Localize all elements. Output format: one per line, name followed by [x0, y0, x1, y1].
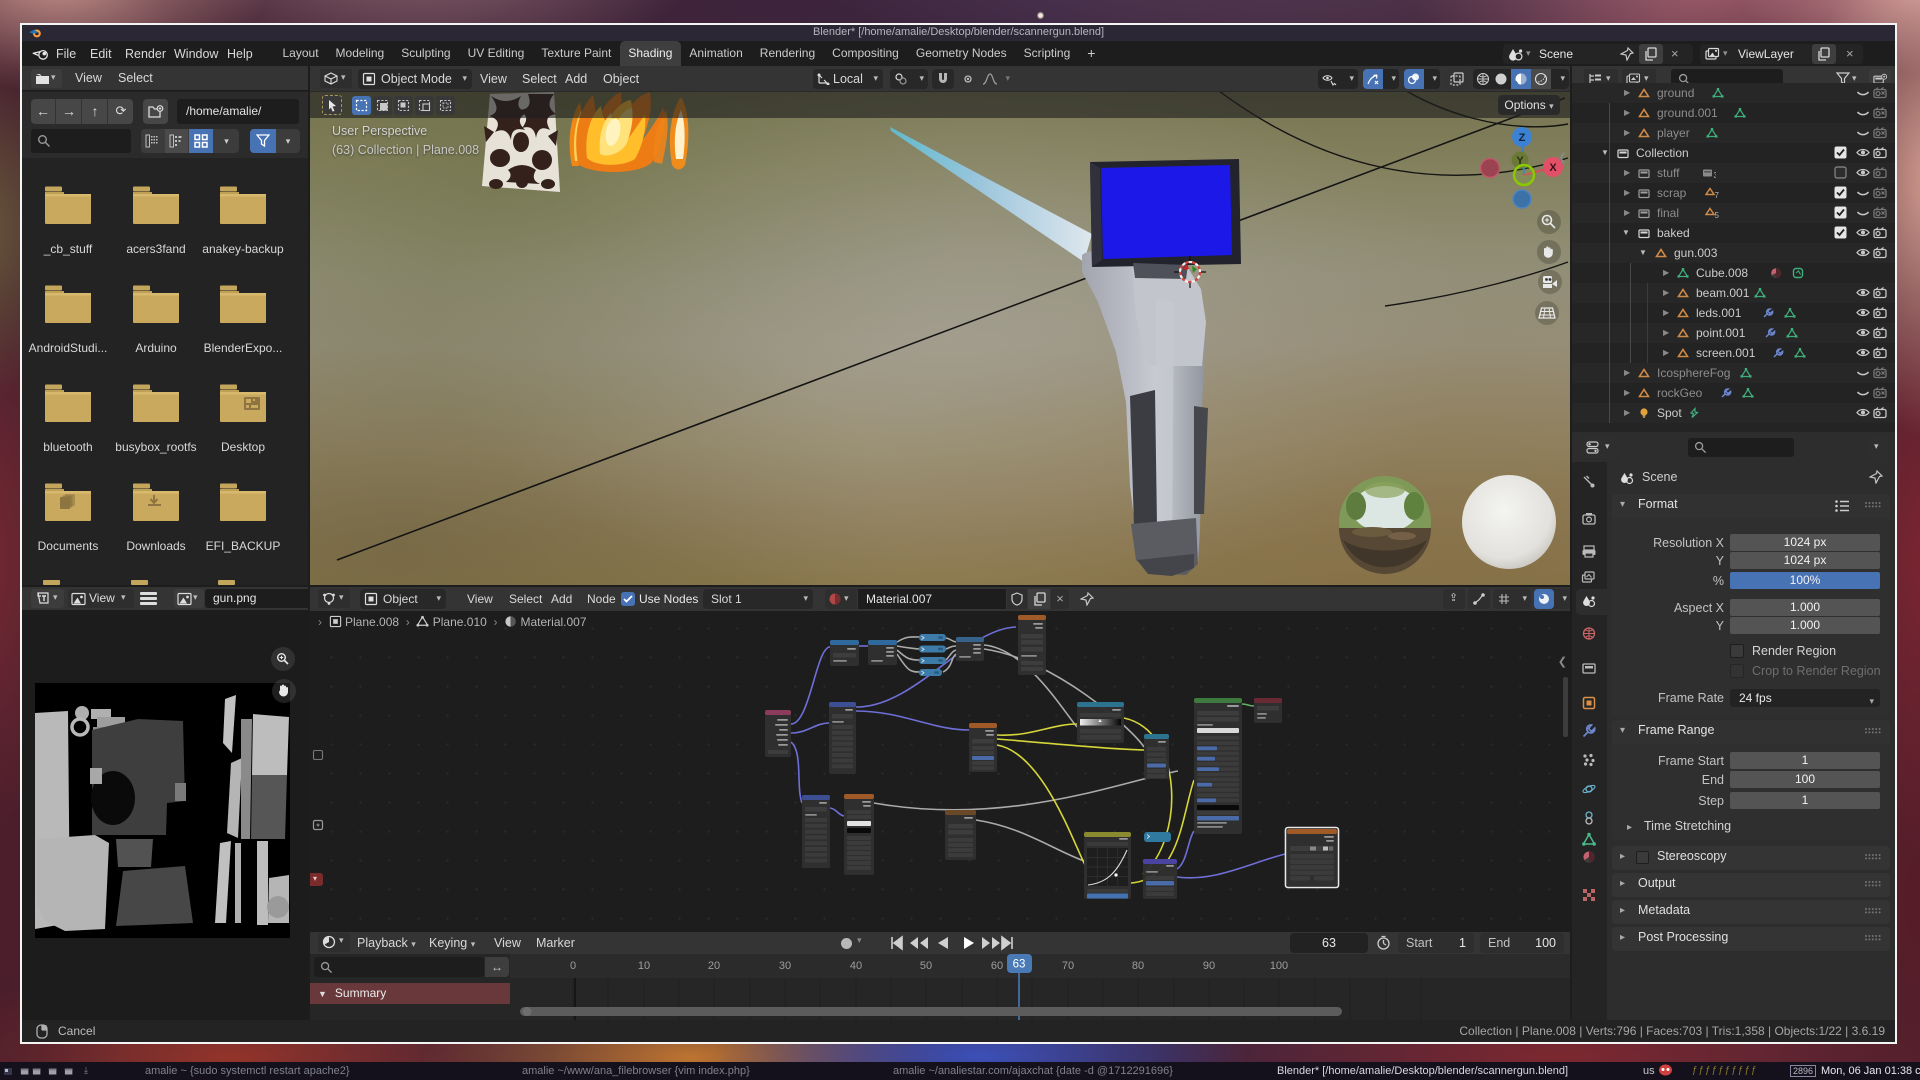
svg-text:80: 80: [1132, 960, 1144, 972]
svg-text:20: 20: [708, 960, 720, 972]
svg-text:60: 60: [991, 960, 1003, 972]
svg-text:70: 70: [1062, 960, 1074, 972]
svg-text:50: 50: [920, 960, 932, 972]
svg-text:30: 30: [779, 960, 791, 972]
svg-text:5: 5: [1715, 211, 1720, 219]
svg-text:63: 63: [1013, 959, 1026, 971]
svg-text:X: X: [1549, 162, 1557, 174]
svg-text:3: 3: [1714, 171, 1717, 179]
svg-text:0: 0: [570, 960, 576, 972]
svg-text:10: 10: [638, 960, 650, 972]
svg-text:40: 40: [850, 960, 862, 972]
svg-text:100: 100: [1270, 960, 1288, 972]
svg-text:7: 7: [1715, 191, 1720, 199]
svg-text:Z: Z: [1519, 132, 1526, 144]
svg-text:90: 90: [1203, 960, 1215, 972]
